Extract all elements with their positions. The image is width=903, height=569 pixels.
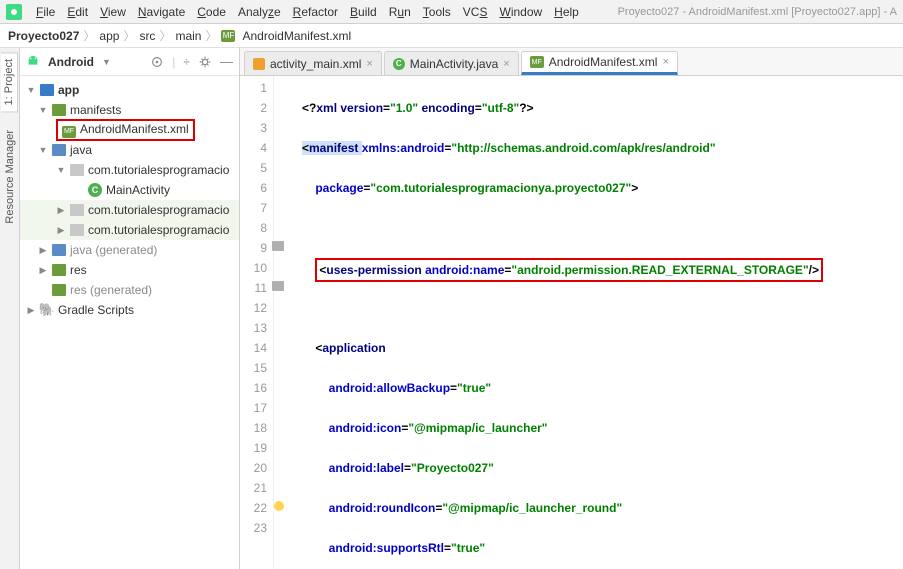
gutter-mark-icon[interactable] [272,241,284,251]
code-content[interactable]: <?xml version="1.0" encoding="utf-8"?> <… [294,76,823,569]
tree-package-3[interactable]: ▶com.tutorialesprogramacio [20,220,239,240]
gradle-icon: 🐘 [40,303,54,317]
gear-icon[interactable] [198,55,212,69]
tool-tab-project[interactable]: 1: Project [1,52,18,112]
manifest-file-icon: MF [62,126,76,138]
menu-help[interactable]: Help [548,5,585,19]
tree-package-main[interactable]: ▼com.tutorialesprogramacio [20,160,239,180]
project-view-mode[interactable]: Android [48,55,94,69]
android-icon [26,55,40,69]
tree-main-activity[interactable]: CMainActivity [20,180,239,200]
chevron-right-icon: 〉 [83,27,95,44]
close-icon[interactable]: × [503,58,509,70]
project-toolbar: Android ▼ | ÷ — [20,48,239,76]
editor-area: activity_main.xml× CMainActivity.java× M… [240,48,903,569]
code-editor[interactable]: 12345678 9 10 11 12131415161718192021 22… [240,76,903,569]
tree-manifest-file[interactable]: MFAndroidManifest.xml [20,120,239,140]
tab-main-activity[interactable]: CMainActivity.java× [384,51,519,75]
menu-refactor[interactable]: Refactor [287,5,344,19]
menu-tools[interactable]: Tools [417,5,457,19]
breadcrumb-app[interactable]: app [99,29,119,43]
chevron-right-icon: 〉 [123,27,135,44]
class-icon: C [88,183,102,197]
tree-res-gen[interactable]: res (generated) [20,280,239,300]
xml-file-icon [253,58,265,70]
folder-icon [52,284,66,296]
menu-bar: FFileile Edit View Navigate Code Analyze… [0,0,903,24]
close-icon[interactable]: × [662,56,668,68]
breadcrumb-main[interactable]: main [175,29,201,43]
package-icon [70,164,84,176]
menu-file[interactable]: FFileile [30,5,61,19]
tree-java[interactable]: ▼java [20,140,239,160]
menu-window[interactable]: Window [493,5,548,19]
package-icon [70,204,84,216]
tree-manifests[interactable]: ▼manifests [20,100,239,120]
breadcrumb-file[interactable]: AndroidManifest.xml [242,29,351,43]
separator: ÷ [183,55,190,69]
module-icon [40,84,54,96]
tab-android-manifest[interactable]: MFAndroidManifest.xml× [521,51,678,75]
menu-analyze[interactable]: Analyze [232,5,287,19]
folder-icon [52,244,66,256]
tree-package-2[interactable]: ▶com.tutorialesprogramacio [20,200,239,220]
target-icon[interactable] [150,55,164,69]
tree-app[interactable]: ▼app [20,80,239,100]
menu-run[interactable]: Run [383,5,417,19]
project-panel: Android ▼ | ÷ — ▼app ▼manifests MFAndroi… [20,48,240,569]
menu-view[interactable]: View [94,5,132,19]
class-icon: C [393,58,405,70]
editor-tabs: activity_main.xml× CMainActivity.java× M… [240,48,903,76]
menu-vcs[interactable]: VCS [457,5,494,19]
android-studio-logo-icon [6,4,22,20]
collapse-icon[interactable]: — [220,54,233,69]
project-tree: ▼app ▼manifests MFAndroidManifest.xml ▼j… [20,76,239,324]
breadcrumb: Proyecto027 〉 app 〉 src 〉 main 〉 MF Andr… [0,24,903,48]
menu-code[interactable]: Code [191,5,232,19]
divider: | [172,55,175,69]
breadcrumb-src[interactable]: src [139,29,155,43]
tree-java-gen[interactable]: ▶java (generated) [20,240,239,260]
chevron-right-icon: 〉 [205,27,217,44]
tab-activity-main[interactable]: activity_main.xml× [244,51,382,75]
gutter-mark-icon[interactable] [272,281,284,291]
lightbulb-icon[interactable] [274,501,284,511]
tool-tab-resource-manager[interactable]: Resource Manager [2,124,18,230]
line-gutter: 12345678 9 10 11 12131415161718192021 22… [240,76,274,569]
breadcrumb-root[interactable]: Proyecto027 [8,29,79,43]
folder-icon [52,144,66,156]
folder-icon [52,264,66,276]
manifest-file-icon: MF [530,56,544,68]
window-title: Proyecto027 - AndroidManifest.xml [Proye… [618,6,897,18]
chevron-down-icon[interactable]: ▼ [102,57,111,67]
package-icon [70,224,84,236]
menu-navigate[interactable]: Navigate [132,5,191,19]
chevron-right-icon: 〉 [159,27,171,44]
tree-res[interactable]: ▶res [20,260,239,280]
menu-build[interactable]: Build [344,5,383,19]
manifest-file-icon: MF [221,30,235,42]
menu-edit[interactable]: Edit [61,5,94,19]
close-icon[interactable]: × [366,58,372,70]
folder-icon [52,104,66,116]
tree-gradle-scripts[interactable]: ▶🐘Gradle Scripts [20,300,239,320]
left-tool-strip: 1: Project Resource Manager [0,48,20,569]
